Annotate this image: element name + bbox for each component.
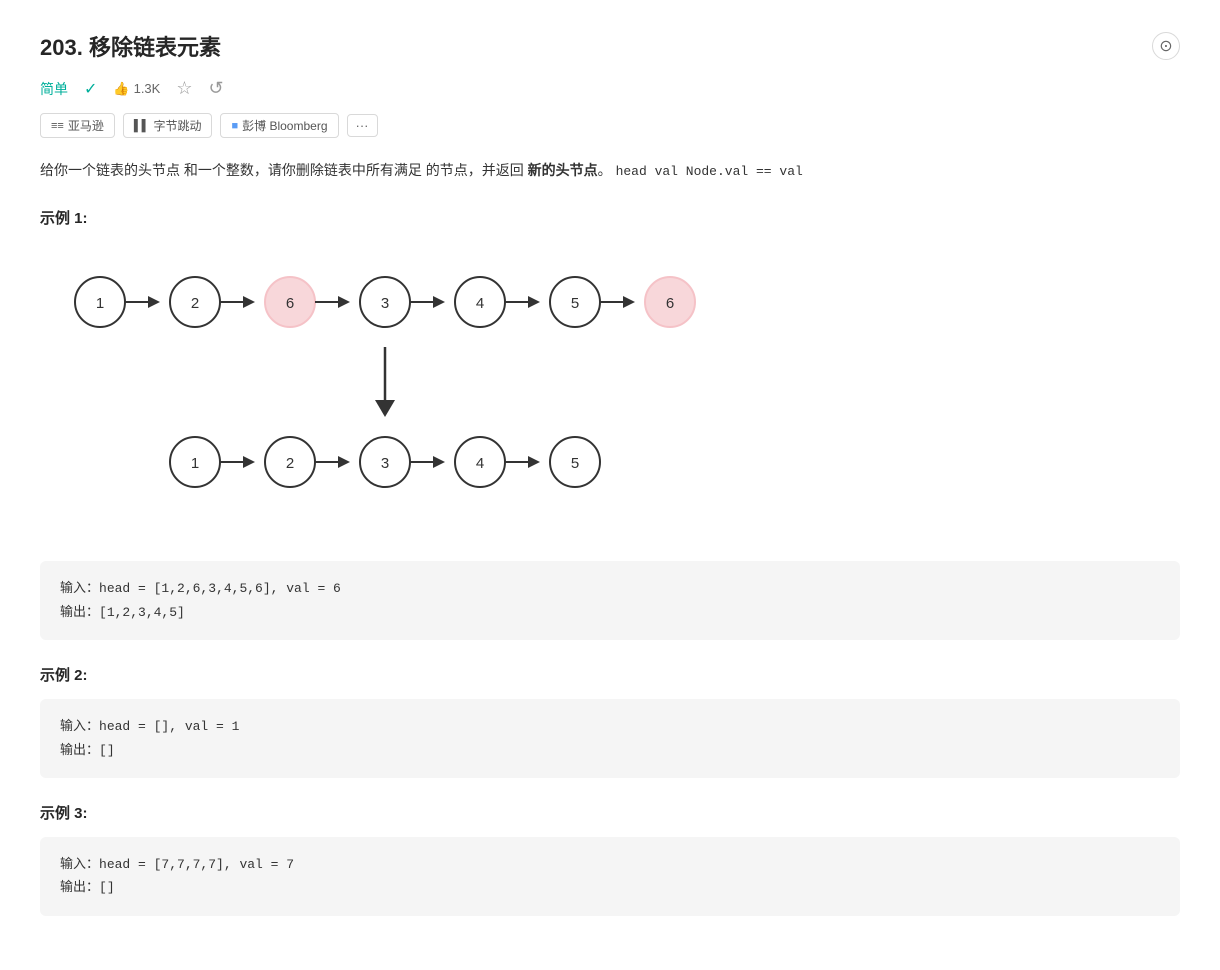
svg-text:2: 2 xyxy=(286,455,294,472)
likes-section: 👍 1.3K xyxy=(113,81,160,97)
example1-output-label: 输出： xyxy=(60,605,99,620)
example2-output-value: [] xyxy=(99,743,115,758)
example1-input-label: 输入： xyxy=(60,581,99,596)
meta-row: 简单 ✓ 👍 1.3K ☆ ↺ xyxy=(40,78,1180,99)
example1-input-line: 输入：head = [1,2,6,3,4,5,6], val = 6 xyxy=(60,577,1160,600)
refresh-button[interactable]: ↺ xyxy=(208,78,223,99)
example2-output-label: 输出： xyxy=(60,743,99,758)
example2-output-line: 输出：[] xyxy=(60,739,1160,762)
thumbs-up-icon: 👍 xyxy=(113,81,129,97)
svg-text:3: 3 xyxy=(381,455,389,472)
tag-amazon-label: 亚马逊 xyxy=(68,117,104,134)
check-icon: ✓ xyxy=(84,79,97,99)
problem-title-text: 移除链表元素 xyxy=(89,35,221,60)
tag-bloomberg-label: 彭博 Bloomberg xyxy=(242,117,327,134)
tag-bloomberg[interactable]: ■ 彭博 Bloomberg xyxy=(220,113,338,138)
example3-title: 示例 3: xyxy=(40,802,1180,823)
linked-list-svg: 1 2 6 3 xyxy=(40,252,740,532)
svg-text:6: 6 xyxy=(286,295,294,312)
example3-input-label: 输入： xyxy=(60,857,99,872)
example3-code-block: 输入：head = [7,7,7,7], val = 7 输出：[] xyxy=(40,837,1180,916)
svg-text:3: 3 xyxy=(381,295,389,312)
example3-section: 示例 3: 输入：head = [7,7,7,7], val = 7 输出：[] xyxy=(40,802,1180,916)
svg-text:5: 5 xyxy=(571,295,579,312)
svg-text:1: 1 xyxy=(191,455,199,472)
example3-input-value: head = [7,7,7,7], val = 7 xyxy=(99,857,294,872)
example2-title: 示例 2: xyxy=(40,664,1180,685)
svg-text:2: 2 xyxy=(191,295,199,312)
problem-number: 203. xyxy=(40,35,83,60)
page-container: 203. 移除链表元素 ⊙ 简单 ✓ 👍 1.3K ☆ ↺ ≡≡ 亚马逊 ▌▌ … xyxy=(0,0,1220,970)
example3-output-label: 输出： xyxy=(60,880,99,895)
svg-text:4: 4 xyxy=(476,455,484,472)
svg-text:5: 5 xyxy=(571,455,579,472)
example1-output-line: 输出：[1,2,3,4,5] xyxy=(60,601,1160,624)
example1-section: 示例 1: 1 2 6 xyxy=(40,207,1180,640)
svg-text:4: 4 xyxy=(476,295,484,312)
example3-output-value: [] xyxy=(99,880,115,895)
problem-title: 203. 移除链表元素 xyxy=(40,30,221,62)
description-code: head val Node.val == val xyxy=(616,164,803,179)
example2-code-block: 输入：head = [], val = 1 输出：[] xyxy=(40,699,1180,778)
difficulty-badge: 简单 xyxy=(40,79,68,99)
svg-text:6: 6 xyxy=(666,295,674,312)
tag-bytedance-label: 字节跳动 xyxy=(153,117,201,134)
example1-title: 示例 1: xyxy=(40,207,1180,228)
example1-diagram: 1 2 6 3 xyxy=(40,242,1180,545)
bold-text: 新的头节点 xyxy=(528,162,598,178)
example3-output-line: 输出：[] xyxy=(60,876,1160,899)
example2-section: 示例 2: 输入：head = [], val = 1 输出：[] xyxy=(40,664,1180,778)
example2-input-label: 输入： xyxy=(60,719,99,734)
example3-input-line: 输入：head = [7,7,7,7], val = 7 xyxy=(60,853,1160,876)
tag-bytedance[interactable]: ▌▌ 字节跳动 xyxy=(123,113,213,138)
problem-description: 给你一个链表的头节点 和一个整数，请你删除链表中所有满足 的节点，并返回 新的头… xyxy=(40,158,1180,183)
more-button[interactable]: ⊙ xyxy=(1152,32,1180,60)
example2-input-line: 输入：head = [], val = 1 xyxy=(60,715,1160,738)
tag-amazon[interactable]: ≡≡ 亚马逊 xyxy=(40,113,115,138)
likes-count: 1.3K xyxy=(134,81,161,96)
svg-text:1: 1 xyxy=(96,295,104,312)
bytedance-icon: ▌▌ xyxy=(134,120,150,132)
amazon-icon: ≡≡ xyxy=(51,120,64,132)
example1-input-value: head = [1,2,6,3,4,5,6], val = 6 xyxy=(99,581,341,596)
tags-row: ≡≡ 亚马逊 ▌▌ 字节跳动 ■ 彭博 Bloomberg ··· xyxy=(40,113,1180,138)
example1-code-block: 输入：head = [1,2,6,3,4,5,6], val = 6 输出：[1… xyxy=(40,561,1180,640)
example1-output-value: [1,2,3,4,5] xyxy=(99,605,185,620)
star-button[interactable]: ☆ xyxy=(176,78,192,99)
bloomberg-icon: ■ xyxy=(231,120,238,132)
example2-input-value: head = [], val = 1 xyxy=(99,719,239,734)
title-row: 203. 移除链表元素 ⊙ xyxy=(40,30,1180,62)
more-tags-button[interactable]: ··· xyxy=(347,114,378,137)
